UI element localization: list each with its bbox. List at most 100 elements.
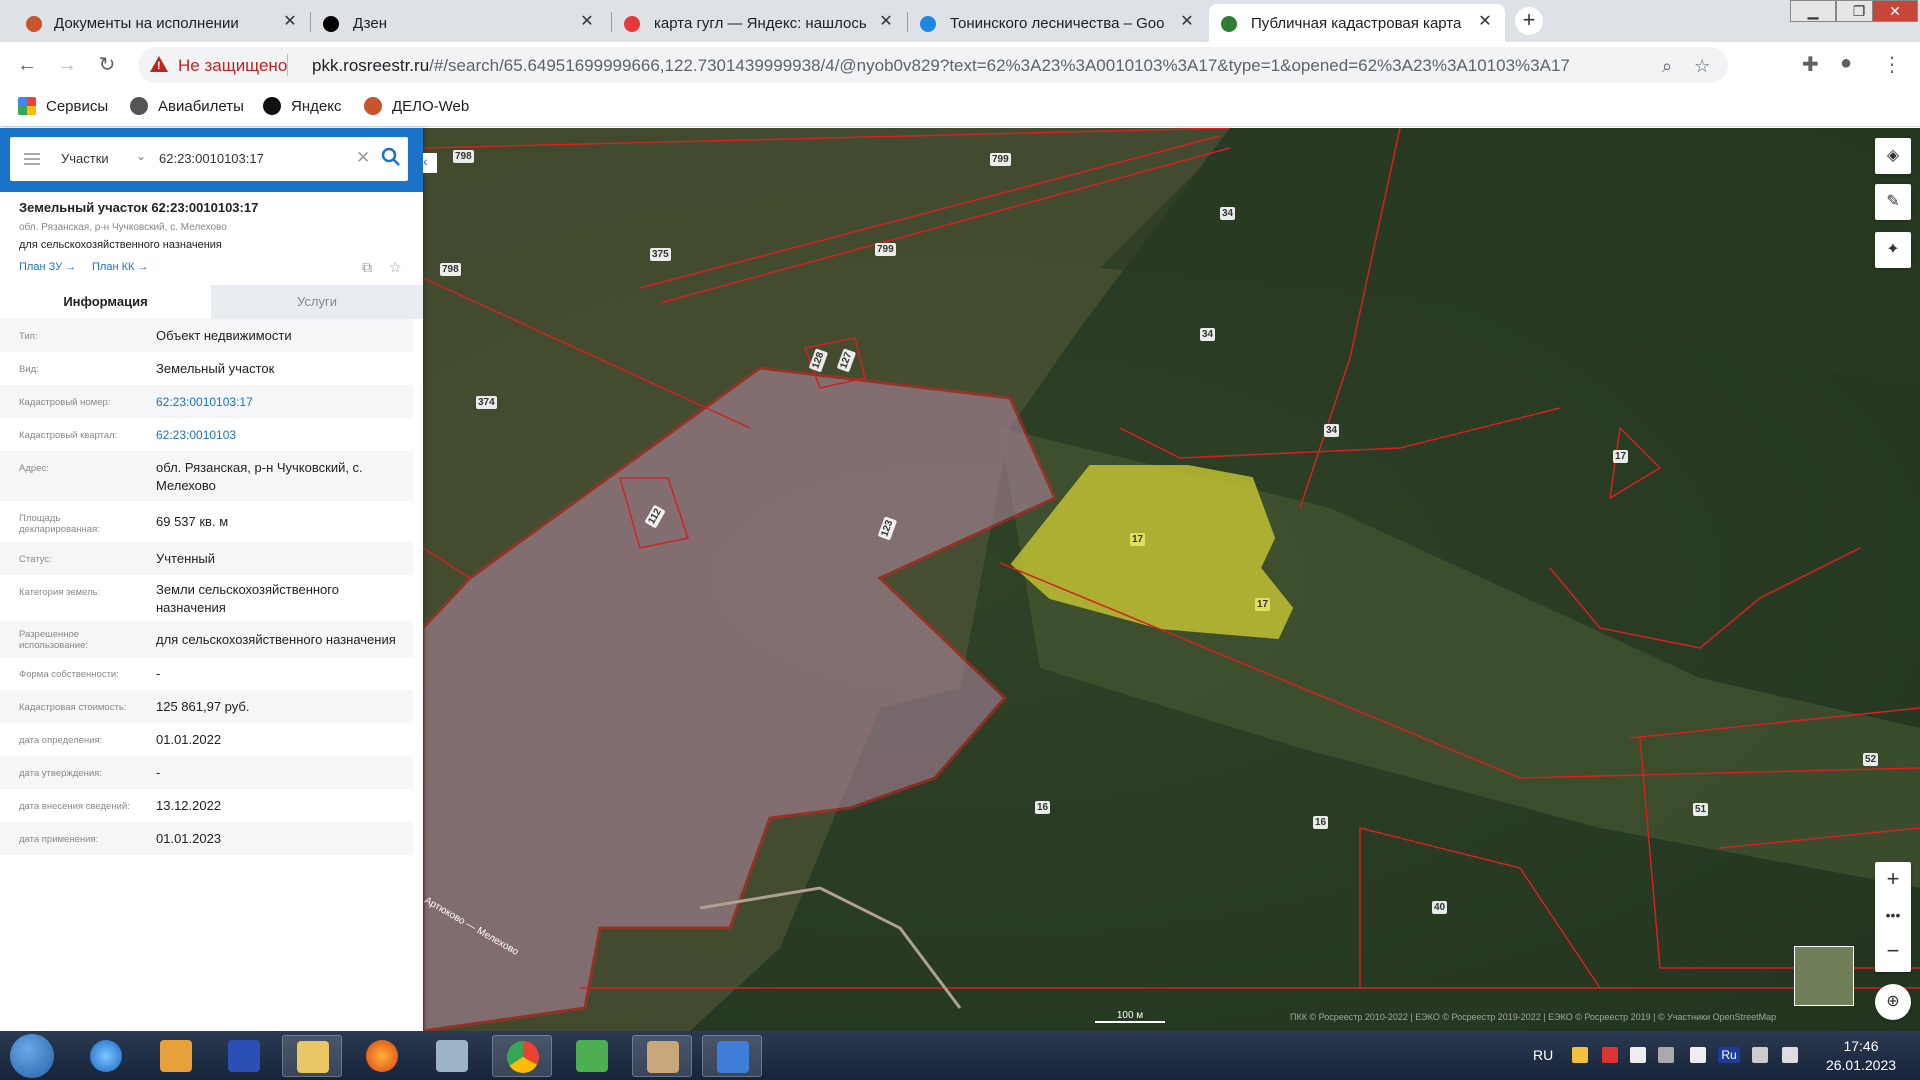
volume-muted-icon[interactable] [1782, 1047, 1798, 1063]
parcel-label[interactable]: 40 [1432, 901, 1448, 914]
cadastral-number-link[interactable]: 62:23:0010103:17 [156, 393, 406, 411]
taskbar-calc[interactable] [422, 1035, 482, 1077]
parcel-label[interactable]: 374 [476, 396, 497, 409]
parcel-label[interactable]: 16 [1035, 801, 1051, 814]
parcel-label[interactable]: 51 [1693, 803, 1709, 816]
parcel-label[interactable]: 34 [1324, 424, 1340, 437]
security-label[interactable]: Не защищено [178, 56, 287, 76]
attribute-value: Учтенный [156, 551, 216, 566]
tray-icon[interactable] [1602, 1047, 1618, 1063]
close-icon[interactable]: ✕ [876, 12, 896, 32]
ie-icon [90, 1040, 122, 1072]
tab-services[interactable]: Услуги [211, 285, 423, 319]
taskbar-media[interactable] [146, 1035, 206, 1077]
taskbar-save[interactable] [214, 1035, 274, 1077]
url-text[interactable]: pkk.rosreestr.ru/#/search/65.64951699999… [312, 56, 1570, 76]
browser-tab-4[interactable]: Публичная кадастровая карта ✕ [1209, 4, 1505, 42]
minimap[interactable] [1794, 946, 1854, 1006]
language-indicator[interactable]: RU [1533, 1047, 1553, 1063]
system-clock[interactable]: 17:46 26.01.2023 [1820, 1037, 1902, 1075]
tray-icon[interactable] [1572, 1047, 1588, 1063]
flag-icon[interactable] [1690, 1047, 1706, 1063]
network-icon[interactable] [1752, 1047, 1768, 1063]
browser-tab-1[interactable]: Дзен ✕ [311, 4, 611, 42]
parcel-label[interactable]: 799 [990, 153, 1011, 166]
tray-icon[interactable] [1630, 1047, 1646, 1063]
parcel-label[interactable]: 52 [1863, 753, 1879, 766]
search-type-select[interactable]: Участки [61, 151, 109, 166]
chevron-down-icon[interactable]: ⌄ [136, 149, 146, 163]
omnibox[interactable]: ! Не защищено pkk.rosreestr.ru/#/search/… [138, 47, 1728, 83]
forward-button[interactable]: → [54, 52, 80, 78]
parcel-label[interactable]: 798 [440, 263, 461, 276]
search-icon[interactable] [380, 146, 402, 168]
window-close-button[interactable]: ✕ [1872, 0, 1918, 22]
clear-icon[interactable]: ✕ [356, 148, 370, 168]
taskbar-mail[interactable] [562, 1035, 622, 1077]
compass-icon[interactable]: ⊕ [1875, 984, 1911, 1020]
bookmark-yandex[interactable]: Яндекс [263, 97, 341, 115]
parcel-label[interactable]: 17 [1130, 533, 1146, 546]
attribute-row: дата утверждения: - [0, 756, 413, 789]
plan-zu-link[interactable]: План ЗУ → [19, 261, 76, 273]
ruler-icon[interactable]: ✎ [1875, 184, 1911, 220]
menu-icon[interactable]: ⋮ [1882, 52, 1902, 77]
browser-tab-bar: Документы на исполнении ✕ Дзен ✕ карта г… [0, 0, 1920, 42]
windows-start-button[interactable] [10, 1034, 54, 1078]
reload-button[interactable]: ↻ [94, 52, 120, 78]
search-input[interactable]: 62:23:0010103:17 [159, 151, 264, 166]
close-icon[interactable]: ✕ [1177, 12, 1197, 32]
tab-info[interactable]: Информация [0, 285, 211, 319]
parcel-label[interactable]: 375 [650, 248, 671, 261]
collapse-panel-icon[interactable]: ‹ [423, 153, 437, 173]
taskbar-chrome[interactable] [492, 1035, 552, 1077]
apps-grid-icon [18, 97, 36, 115]
parcel-label[interactable]: 16 [1313, 816, 1329, 829]
parcel-label[interactable]: 798 [453, 150, 474, 163]
plan-kk-link[interactable]: План КК → [92, 261, 148, 273]
browser-tab-0[interactable]: Документы на исполнении ✕ [0, 4, 310, 42]
close-icon[interactable]: ✕ [577, 12, 597, 32]
cadastral-quarter-link[interactable]: 62:23:0010103 [156, 426, 406, 444]
locate-icon[interactable]: ✦ [1875, 232, 1911, 268]
taskbar-ie[interactable] [76, 1035, 136, 1077]
taskbar-firefox[interactable] [352, 1035, 412, 1077]
zoom-out-button[interactable]: − [1875, 934, 1911, 970]
menu-icon[interactable] [24, 153, 40, 165]
zoom-in-button[interactable]: + [1875, 862, 1911, 898]
parcel-label[interactable]: 17 [1613, 450, 1629, 463]
layers-icon[interactable]: ◈ [1875, 138, 1911, 174]
bookmarks-bar: Сервисы Авиабилеты Яндекс ДЕЛО-Web [0, 87, 1920, 127]
parcel-label[interactable]: 799 [875, 243, 896, 256]
parcel-label[interactable]: 34 [1220, 207, 1236, 220]
browser-tab-3[interactable]: Тонинского лесничества – Goo ✕ [908, 4, 1208, 42]
favorite-star-icon[interactable]: ☆ [389, 259, 402, 276]
taskbar-app[interactable] [632, 1035, 692, 1077]
attribute-key: Вид: [19, 364, 39, 375]
close-icon[interactable]: ✕ [280, 12, 300, 32]
parcel-label[interactable]: 17 [1255, 598, 1271, 611]
bookmark-star-icon[interactable]: ☆ [1694, 56, 1710, 77]
new-tab-button[interactable]: + [1515, 7, 1543, 35]
zoom-more-button[interactable]: ••• [1875, 898, 1911, 934]
copy-icon[interactable]: ⧉ [362, 259, 372, 276]
omnibox-separator [287, 54, 288, 76]
back-button[interactable]: ← [14, 52, 40, 78]
profile-icon[interactable]: ● [1840, 52, 1852, 75]
taskbar-explorer[interactable] [282, 1035, 342, 1077]
bookmark-avia[interactable]: Авиабилеты [130, 97, 244, 115]
close-icon[interactable]: ✕ [1475, 12, 1495, 32]
extensions-icon[interactable]: ✚ [1802, 52, 1819, 77]
bookmark-services[interactable]: Сервисы [18, 97, 108, 115]
tray-icon[interactable] [1658, 1047, 1674, 1063]
attribute-key: Тип: [19, 331, 38, 342]
zoom-icon[interactable]: ⌕ [1662, 56, 1672, 77]
attribute-row: Разрешенное использование: для сельскохоз… [0, 621, 413, 657]
taskbar-word[interactable] [702, 1035, 762, 1077]
bookmark-delo[interactable]: ДЕЛО-Web [364, 97, 469, 115]
minimize-button[interactable]: ▁ [1790, 0, 1836, 22]
attribute-value: Земельный участок [156, 361, 275, 376]
keyboard-layout-indicator[interactable]: Ru [1718, 1047, 1740, 1063]
parcel-label[interactable]: 34 [1200, 328, 1216, 341]
browser-tab-2[interactable]: карта гугл — Яндекс: нашлось 4 ✕ [612, 4, 907, 42]
